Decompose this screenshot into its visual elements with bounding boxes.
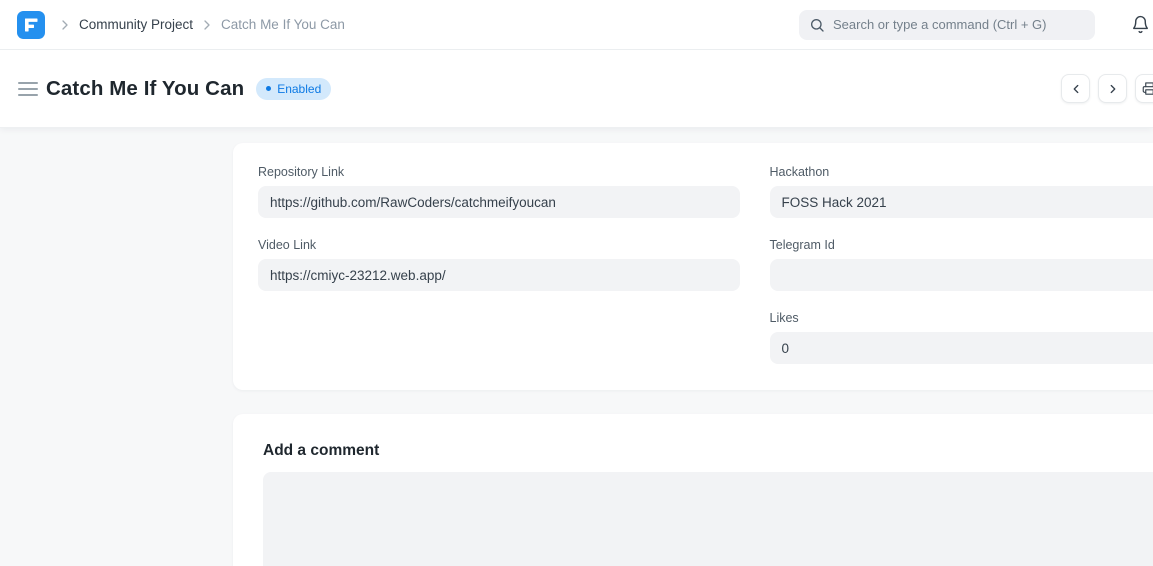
- field-label: Repository Link: [258, 165, 740, 179]
- form-grid: Repository Link Video Link Hackathon Tel…: [258, 165, 1153, 364]
- frappe-logo[interactable]: [17, 11, 45, 39]
- chevron-right-icon: [57, 17, 73, 33]
- print-button[interactable]: [1135, 74, 1153, 103]
- form-column-left: Repository Link Video Link: [258, 165, 740, 364]
- page-body: Repository Link Video Link Hackathon Tel…: [0, 128, 1153, 566]
- field-label: Likes: [770, 311, 1153, 325]
- app-window: Community Project Catch Me If You Can Ca…: [0, 0, 1153, 566]
- field-video-link: Video Link: [258, 238, 740, 291]
- top-navbar: Community Project Catch Me If You Can: [0, 0, 1153, 50]
- comment-section-heading: Add a comment: [263, 442, 1153, 460]
- field-hackathon: Hackathon: [770, 165, 1153, 218]
- chevron-right-icon: [1106, 82, 1120, 96]
- repository-link-input[interactable]: [258, 186, 740, 218]
- form-section-card: Repository Link Video Link Hackathon Tel…: [233, 143, 1153, 390]
- menu-icon[interactable]: [18, 82, 38, 96]
- global-search[interactable]: [799, 10, 1095, 40]
- field-label: Video Link: [258, 238, 740, 252]
- status-dot-icon: [266, 86, 271, 91]
- likes-input[interactable]: [770, 332, 1153, 364]
- search-input[interactable]: [833, 17, 1085, 32]
- field-label: Telegram Id: [770, 238, 1153, 252]
- field-likes: Likes: [770, 311, 1153, 364]
- field-telegram-id: Telegram Id: [770, 238, 1153, 291]
- field-label: Hackathon: [770, 165, 1153, 179]
- form-column-right: Hackathon Telegram Id Likes: [770, 165, 1153, 364]
- chevron-right-icon: [199, 17, 215, 33]
- page-title: Catch Me If You Can: [46, 77, 244, 101]
- field-repository-link: Repository Link: [258, 165, 740, 218]
- printer-icon: [1142, 81, 1153, 96]
- comment-input[interactable]: [263, 472, 1153, 566]
- comment-section-card: Add a comment: [233, 414, 1153, 566]
- breadcrumb: Community Project Catch Me If You Can: [51, 17, 345, 33]
- video-link-input[interactable]: [258, 259, 740, 291]
- notifications-bell[interactable]: [1131, 15, 1150, 34]
- status-badge-label: Enabled: [277, 82, 321, 96]
- breadcrumb-item-community-project[interactable]: Community Project: [79, 17, 193, 32]
- hackathon-input[interactable]: [770, 186, 1153, 218]
- bell-icon: [1131, 15, 1150, 34]
- status-badge: Enabled: [256, 78, 331, 100]
- search-icon: [809, 17, 825, 33]
- header-actions: [1061, 74, 1153, 103]
- chevron-left-icon: [1069, 82, 1083, 96]
- page-header: Catch Me If You Can Enabled: [0, 50, 1153, 127]
- telegram-id-input[interactable]: [770, 259, 1153, 291]
- breadcrumb-item-current: Catch Me If You Can: [221, 17, 345, 32]
- previous-document-button[interactable]: [1061, 74, 1090, 103]
- next-document-button[interactable]: [1098, 74, 1127, 103]
